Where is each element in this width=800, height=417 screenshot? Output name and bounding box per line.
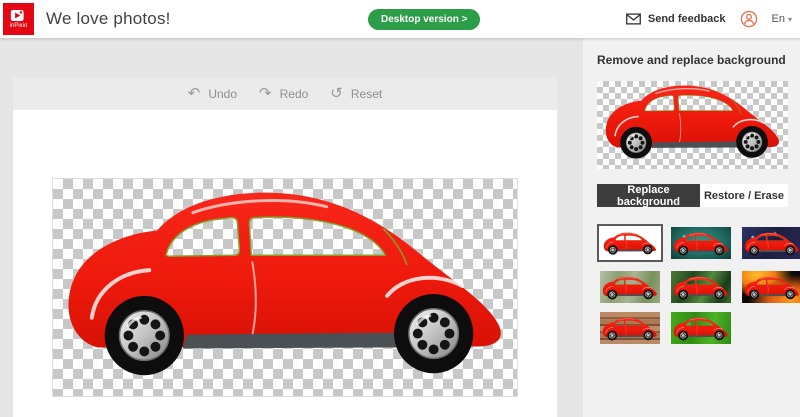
- replace-background-tab[interactable]: Replace background: [597, 184, 700, 207]
- thumbnail-car-image: [672, 275, 730, 302]
- send-feedback-label: Send feedback: [648, 13, 726, 25]
- undo-icon: ↶: [188, 86, 201, 101]
- thumbnail-car-image: [672, 316, 730, 343]
- thumbnail-car-image: [602, 231, 658, 257]
- header-right: Send feedback En ▾: [626, 0, 792, 38]
- undo-button[interactable]: ↶ Undo: [180, 82, 245, 105]
- language-selector[interactable]: En ▾: [772, 13, 792, 25]
- chevron-down-icon: ▾: [788, 15, 792, 24]
- background-thumbnail-brown-brick[interactable]: [600, 312, 660, 344]
- editor-canvas: [13, 110, 557, 417]
- page-title: We love photos!: [46, 9, 171, 29]
- background-thumbnail-transparent[interactable]: [597, 224, 663, 262]
- person-icon: [740, 10, 758, 28]
- redo-button[interactable]: ↷ Redo: [251, 82, 316, 105]
- reset-icon: ↺: [330, 86, 343, 101]
- account-button[interactable]: [740, 10, 758, 28]
- desktop-version-button[interactable]: Desktop version >: [368, 9, 480, 30]
- thumbnail-texture: [600, 271, 660, 303]
- thumbnail-texture: [600, 312, 660, 344]
- thumbnail-car-image: [743, 275, 800, 302]
- thumbnail-car-image: [601, 275, 659, 302]
- background-thumbnail-fire[interactable]: [742, 271, 800, 303]
- editor-card: ↶ Undo ↷ Redo ↺ Reset: [13, 77, 557, 417]
- red-beetle-car-image: [53, 179, 517, 396]
- redo-icon: ↷: [259, 86, 272, 101]
- thumbnail-car-image: [743, 231, 800, 258]
- thumbnail-texture: [671, 227, 731, 259]
- restore-erase-tab[interactable]: Restore / Erase: [700, 184, 788, 207]
- app-window: inPixio We love photos! Desktop version …: [0, 0, 800, 417]
- mode-switch: Replace background Restore / Erase: [597, 184, 788, 207]
- background-thumbnail-light-ferns[interactable]: [600, 271, 660, 303]
- result-preview: [597, 81, 788, 169]
- thumbnail-car-image: [672, 231, 730, 258]
- language-label: En: [772, 13, 785, 25]
- envelope-icon: [626, 13, 641, 25]
- app-header: inPixio We love photos! Desktop version …: [0, 0, 800, 38]
- background-thumbnail-teal-water[interactable]: [671, 227, 731, 259]
- thumbnail-texture: [742, 227, 800, 259]
- play-logo-icon: [10, 8, 27, 23]
- thumbnail-texture: [671, 271, 731, 303]
- editor-toolbar: ↶ Undo ↷ Redo ↺ Reset: [13, 77, 557, 110]
- undo-label: Undo: [208, 87, 237, 101]
- panel-heading: Remove and replace background: [597, 53, 800, 67]
- canvas-image-red-car[interactable]: [52, 178, 518, 397]
- background-thumbnails: [597, 224, 797, 344]
- redo-label: Redo: [280, 87, 309, 101]
- thumbnail-texture: [671, 312, 731, 344]
- send-feedback-link[interactable]: Send feedback: [626, 13, 726, 25]
- reset-label: Reset: [351, 87, 382, 101]
- background-thumbnail-dark-jungle[interactable]: [671, 271, 731, 303]
- side-panel: Remove and replace background Replace ba…: [583, 38, 800, 417]
- background-thumbnail-night-sky[interactable]: [742, 227, 800, 259]
- thumbnail-car-image: [601, 316, 659, 343]
- reset-button[interactable]: ↺ Reset: [322, 82, 390, 105]
- thumbnail-texture: [601, 228, 659, 258]
- logo-text: inPixio: [10, 23, 28, 30]
- thumbnail-texture: [742, 271, 800, 303]
- preview-car-image: [600, 81, 785, 167]
- background-thumbnail-green-grass[interactable]: [671, 312, 731, 344]
- inpixio-logo[interactable]: inPixio: [3, 3, 34, 35]
